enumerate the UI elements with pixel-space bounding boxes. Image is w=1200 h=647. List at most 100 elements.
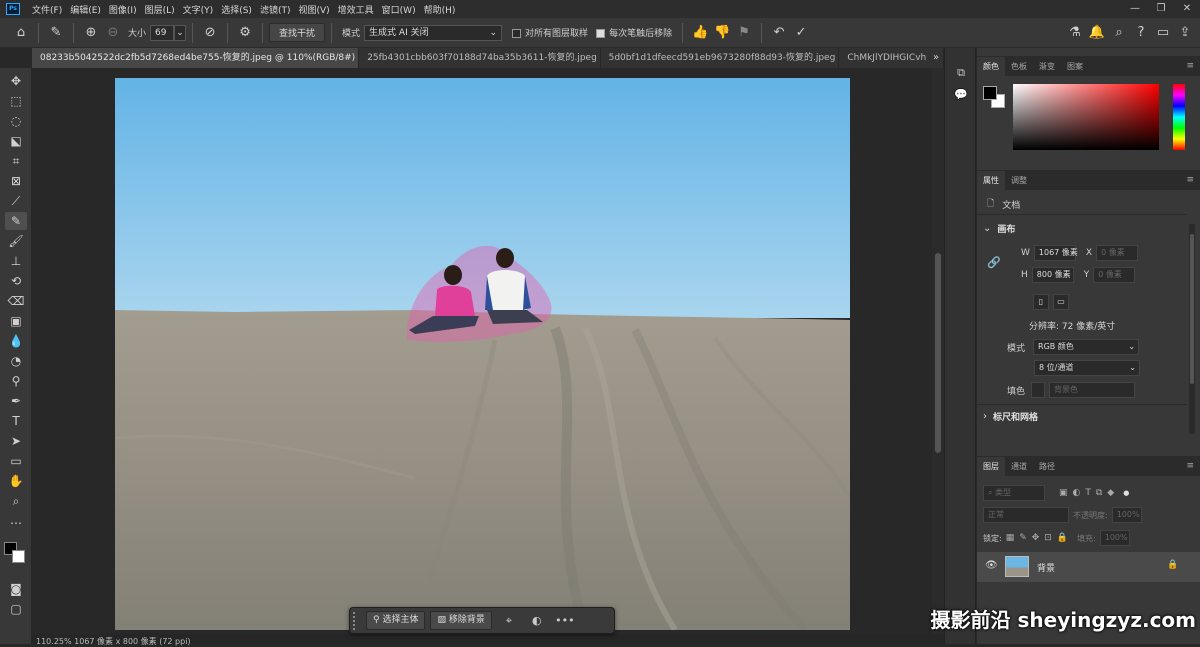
- tab-swatches[interactable]: 色板: [1005, 57, 1033, 76]
- menu-type[interactable]: 文字(Y): [179, 3, 218, 16]
- filter-toggle-icon[interactable]: ●: [1123, 489, 1129, 497]
- layer-row-background[interactable]: 👁 背景 🔒: [977, 552, 1200, 582]
- move-tool-icon[interactable]: ✥: [5, 72, 27, 90]
- rulers-section-header[interactable]: › 标尺和网格: [983, 410, 1038, 423]
- tab-paths[interactable]: 路径: [1033, 457, 1061, 476]
- flask-icon[interactable]: ⚗: [1064, 22, 1086, 44]
- tab-gradients[interactable]: 渐变: [1033, 57, 1061, 76]
- more-options-icon[interactable]: •••: [554, 614, 576, 627]
- scrollbar-thumb[interactable]: [935, 253, 941, 453]
- checkmark-icon[interactable]: ✓: [790, 22, 812, 44]
- minimize-button[interactable]: —: [1122, 0, 1148, 18]
- tab-adjustments[interactable]: 调整: [1005, 171, 1033, 190]
- restore-button[interactable]: ❐: [1148, 0, 1174, 18]
- layer-name[interactable]: 背景: [1037, 561, 1055, 574]
- blend-mode-select[interactable]: 正常: [983, 507, 1069, 523]
- home-icon[interactable]: ⌂: [10, 22, 32, 44]
- color-mode-select[interactable]: RGB 颜色 ⌄: [1033, 339, 1140, 355]
- color-picker-field[interactable]: [1013, 84, 1159, 150]
- adjustment-circle-icon[interactable]: ◐: [526, 614, 548, 627]
- brush-tool-icon[interactable]: 🖌: [5, 232, 27, 250]
- sample-all-layers-checkbox[interactable]: 对所有图层取样: [512, 26, 588, 39]
- workspace-icon[interactable]: ▭: [1152, 22, 1174, 44]
- blur-tool-icon[interactable]: 💧: [5, 332, 27, 350]
- zoom-tool-icon[interactable]: ⌕: [5, 492, 27, 510]
- stamp-tool-icon[interactable]: ⊥: [5, 252, 27, 270]
- remove-after-stroke-checkbox[interactable]: 每次笔触后移除: [596, 26, 672, 39]
- menu-window[interactable]: 窗口(W): [378, 3, 420, 16]
- panel-menu-icon[interactable]: ≡: [1186, 57, 1194, 76]
- type-tool-icon[interactable]: T: [5, 412, 27, 430]
- remove-tool-icon[interactable]: ✎: [5, 212, 27, 230]
- frame-tool-icon[interactable]: ⊠: [5, 172, 27, 190]
- tab-document-1[interactable]: 08233b5042522dc2fb5d7268ed4be755-恢复的.jpe…: [32, 48, 360, 68]
- canvas-section-header[interactable]: ⌄ 画布: [983, 222, 1015, 235]
- fill-swatch[interactable]: [1031, 382, 1046, 398]
- fill-select[interactable]: 背景色: [1049, 382, 1136, 398]
- object-select-tool-icon[interactable]: ⬕: [5, 132, 27, 150]
- eyedropper-tool-icon[interactable]: ⟋: [5, 192, 27, 210]
- pressure-size-icon[interactable]: ⊘: [199, 22, 221, 44]
- layer-filter-select[interactable]: ⌕ 类型: [983, 485, 1045, 501]
- panel-menu-icon[interactable]: ≡: [1186, 171, 1194, 190]
- selection-options-icon[interactable]: ⌖: [498, 614, 520, 628]
- remove-tool-icon[interactable]: ✎: [45, 22, 67, 44]
- menu-help[interactable]: 帮助(H): [420, 3, 460, 16]
- comments-panel-icon[interactable]: 💬: [953, 88, 969, 104]
- marquee-tool-icon[interactable]: ⬚: [5, 92, 27, 110]
- bit-depth-select[interactable]: 8 位/通道 ⌄: [1034, 360, 1140, 376]
- tab-patterns[interactable]: 图案: [1061, 57, 1089, 76]
- gradient-tool-icon[interactable]: ▣: [5, 312, 27, 330]
- landscape-icon[interactable]: ▭: [1053, 294, 1069, 310]
- x-input[interactable]: 0 像素: [1096, 245, 1139, 261]
- mode-select[interactable]: 生成式 AI 关闭 ⌄: [364, 24, 503, 41]
- tab-channels[interactable]: 通道: [1005, 457, 1033, 476]
- menu-image[interactable]: 图像(I): [105, 3, 141, 16]
- vertical-scrollbar[interactable]: [932, 68, 944, 634]
- size-dropdown-chevron-icon[interactable]: ⌄: [174, 24, 187, 41]
- tabs-overflow-icon[interactable]: »: [928, 48, 944, 68]
- menu-edit[interactable]: 编辑(E): [66, 3, 105, 16]
- opacity-input[interactable]: 100%: [1111, 507, 1142, 523]
- eraser-tool-icon[interactable]: ⌫: [5, 292, 27, 310]
- size-input[interactable]: 69: [150, 24, 175, 41]
- hand-tool-icon[interactable]: ✋: [5, 472, 27, 490]
- filter-icons[interactable]: ▣◐T⧉◆: [1059, 488, 1119, 498]
- select-subject-button[interactable]: ⚲ 选择主体: [366, 611, 426, 630]
- find-distractions-button[interactable]: 查找干扰: [269, 23, 326, 42]
- smudge-tool-icon[interactable]: ⚲: [5, 372, 27, 390]
- tab-color[interactable]: 颜色: [977, 57, 1005, 76]
- quick-mask-icon[interactable]: ◙: [5, 580, 27, 598]
- tab-document-3[interactable]: 5d0bf1d1dfeecd591eb9673280f88d93-恢复的.jpe…: [600, 48, 840, 68]
- height-input[interactable]: 800 像素: [1031, 267, 1074, 283]
- menu-view[interactable]: 视图(V): [294, 3, 333, 16]
- remove-background-button[interactable]: ▨ 移除背景: [430, 611, 492, 630]
- drag-handle[interactable]: [353, 611, 361, 630]
- tab-layers[interactable]: 图层: [977, 457, 1005, 476]
- brush-add-icon[interactable]: ⊕: [80, 22, 102, 44]
- path-select-tool-icon[interactable]: ➤: [5, 432, 27, 450]
- scrollbar-thumb[interactable]: [1190, 234, 1194, 384]
- history-brush-icon[interactable]: ⟲: [5, 272, 27, 290]
- brush-subtract-icon[interactable]: ⊖: [102, 22, 124, 44]
- image-canvas[interactable]: [115, 78, 850, 630]
- hue-slider[interactable]: [1173, 84, 1185, 150]
- link-icon[interactable]: 🔗: [987, 256, 1001, 269]
- foreground-color-swatch[interactable]: [983, 86, 997, 100]
- menu-file[interactable]: 文件(F): [28, 3, 66, 16]
- portrait-icon[interactable]: ▯: [1033, 294, 1049, 310]
- tab-properties[interactable]: 属性: [977, 171, 1005, 190]
- gear-icon[interactable]: ⚙: [234, 22, 256, 44]
- close-window-button[interactable]: ✕: [1174, 0, 1200, 18]
- lock-icons[interactable]: ▦✎✥⊡🔒: [1006, 533, 1073, 543]
- help-icon[interactable]: ?: [1130, 22, 1152, 44]
- dodge-tool-icon[interactable]: ◔: [5, 352, 27, 370]
- lasso-tool-icon[interactable]: ◌: [5, 112, 27, 130]
- menu-layer[interactable]: 图层(L): [141, 3, 179, 16]
- background-color-swatch[interactable]: [12, 550, 25, 563]
- tab-document-2[interactable]: 25fb4301cbb603f70188d74ba35b3611-恢复的.jpe…: [359, 48, 601, 68]
- screen-mode-icon[interactable]: ▢: [5, 600, 27, 618]
- menu-plugins[interactable]: 增效工具: [334, 3, 378, 16]
- history-panel-icon[interactable]: ⧉: [953, 66, 969, 82]
- thumbs-down-icon[interactable]: 👎: [711, 22, 733, 44]
